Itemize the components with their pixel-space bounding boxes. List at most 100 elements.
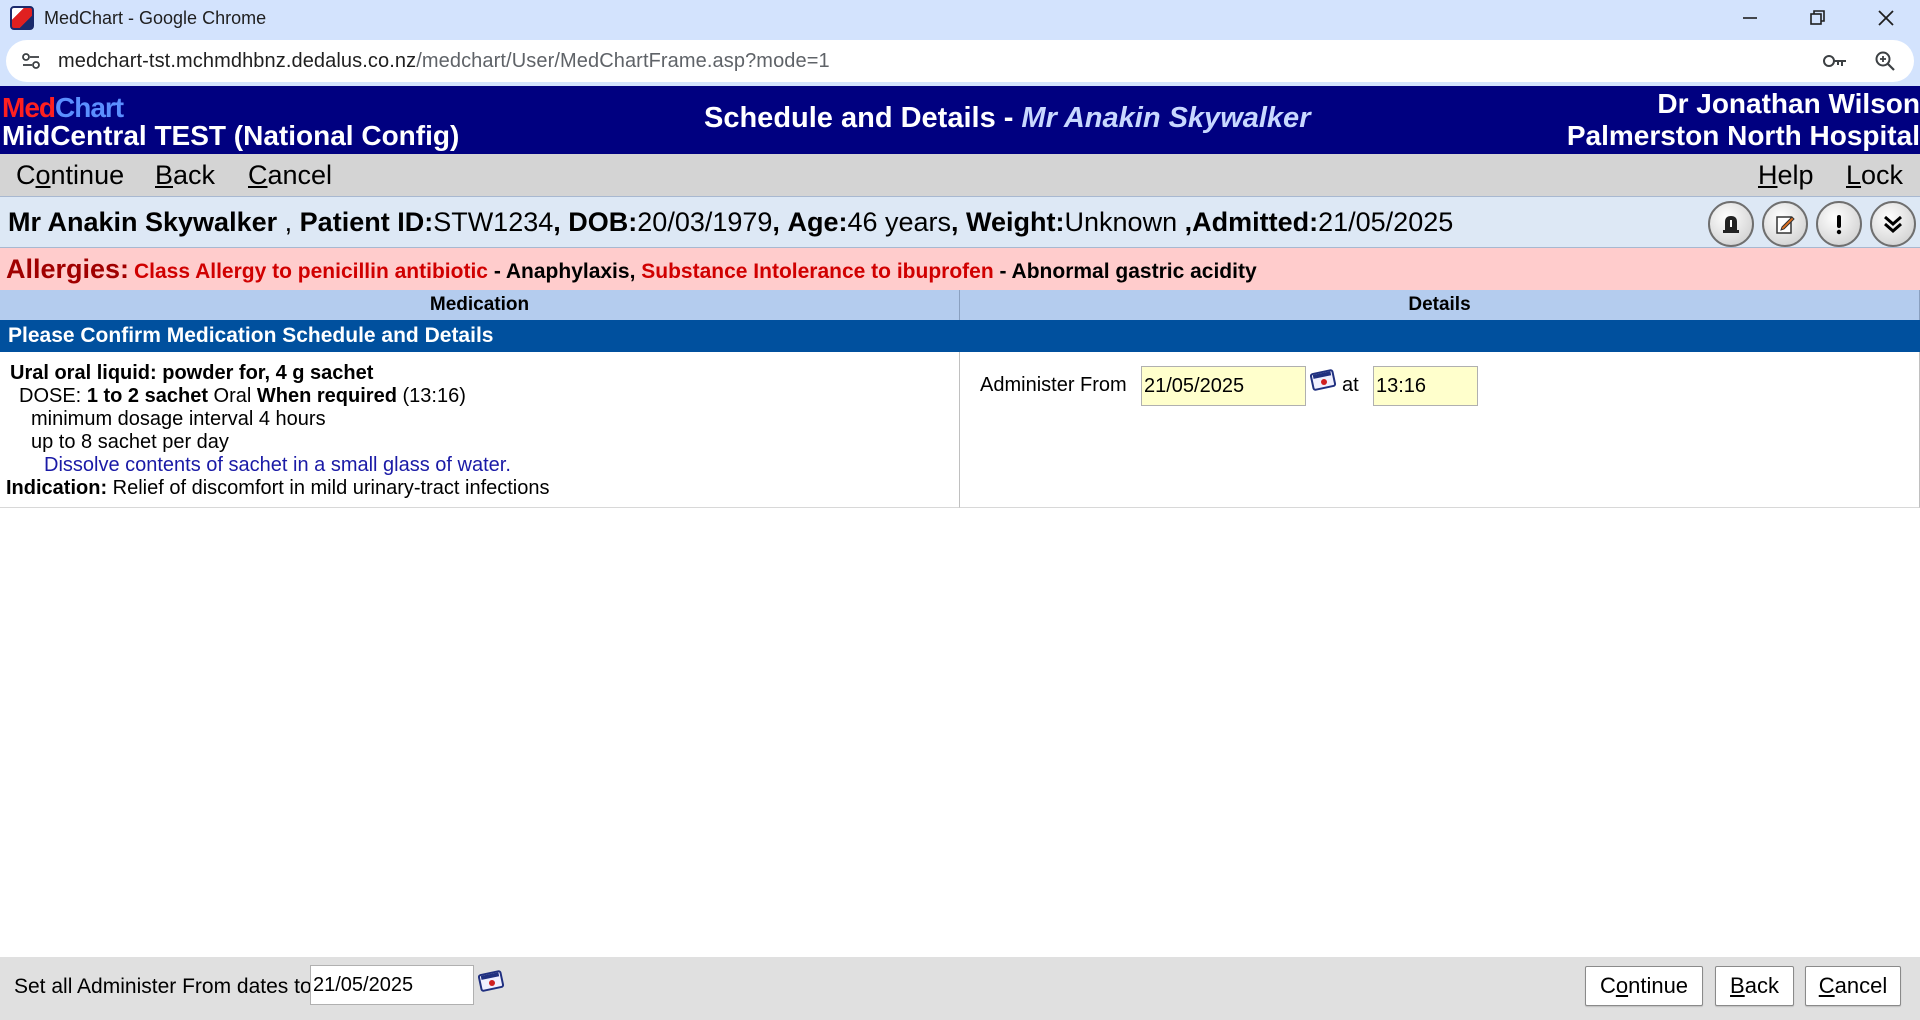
exclamation-icon: [1836, 215, 1842, 235]
menu-lock-post: ock: [1861, 160, 1904, 190]
continue-button[interactable]: Continue: [1585, 966, 1703, 1006]
logo-med-text: Med: [2, 92, 56, 123]
indication-line: Indication: Relief of discomfort in mild…: [6, 477, 550, 500]
continue-pre: C: [1599, 973, 1616, 998]
cancel-post: ancel: [1834, 973, 1888, 998]
key-icon[interactable]: [1822, 48, 1848, 74]
patient-dob: 20/03/1979: [637, 207, 773, 237]
site-name: MidCentral TEST (National Config): [2, 120, 460, 151]
medchart-header: MedChart MidCentral TEST (National Confi…: [0, 86, 1920, 154]
footer-bar: Set all Administer From dates to 21/05/2…: [0, 957, 1920, 1020]
patient-expand-button[interactable]: [1870, 201, 1916, 247]
patient-notes-button[interactable]: [1762, 201, 1808, 247]
bell-icon: [1723, 216, 1739, 233]
administer-from-label: Administer From: [980, 374, 1127, 396]
patient-name: Mr Anakin Skywalker: [8, 207, 278, 237]
window-title: MedChart - Google Chrome: [44, 7, 267, 28]
menu-cancel[interactable]: Cancel: [248, 160, 332, 191]
menu-lock[interactable]: Lock: [1846, 160, 1903, 191]
dose-line: DOSE: 1 to 2 sachet Oral When required (…: [19, 385, 466, 408]
cancel-button[interactable]: Cancel: [1805, 966, 1901, 1006]
separator: ,: [284, 207, 293, 237]
restore-icon: [1810, 10, 1825, 25]
logo-chart-text: Chart: [55, 92, 124, 123]
close-window-button[interactable]: [1852, 0, 1920, 36]
page-title-text: Schedule and Details -: [704, 102, 1014, 134]
menu-bar: Continue Back Cancel Help Lock: [0, 154, 1920, 196]
back-button[interactable]: Back: [1715, 966, 1794, 1006]
menu-continue[interactable]: Continue: [16, 160, 124, 191]
doctor-name: Dr Jonathan Wilson: [1657, 88, 1920, 119]
minimize-icon: [1743, 17, 1757, 19]
dose-amount: 1 to 2 sachet: [86, 385, 208, 407]
url-text[interactable]: medchart-tst.mchmdhbnz.dedalus.co.nz/med…: [58, 50, 830, 73]
administer-from-date-input[interactable]: 21/05/2025: [1141, 366, 1306, 406]
at-label: at: [1342, 374, 1359, 396]
separator: ,: [1184, 207, 1193, 237]
medication-name: Ural oral liquid: powder for, 4 g sachet: [10, 362, 374, 384]
column-header-medication: Medication: [0, 290, 960, 320]
page-title: Schedule and Details - Mr Anakin Skywalke…: [704, 102, 1310, 135]
url-path: /medchart/User/MedChartFrame.asp?mode=1: [416, 49, 830, 72]
menu-help[interactable]: Help: [1758, 160, 1814, 191]
browser-addressbar: medchart-tst.mchmdhbnz.dedalus.co.nz/med…: [0, 36, 1920, 86]
chevron-double-down-icon: [1884, 215, 1902, 233]
allergy-2: Substance Intolerance to ibuprofen: [641, 260, 994, 283]
column-header-details: Details: [960, 290, 1920, 320]
menu-continue-key: o: [35, 160, 51, 190]
allergy-list: Class Allergy to penicillin antibiotic -…: [134, 260, 1257, 284]
patient-toolbar: [1708, 201, 1916, 247]
menu-back-key: B: [155, 160, 174, 190]
menu-help-key: H: [1758, 160, 1778, 190]
patient-alert-button[interactable]: [1708, 201, 1754, 247]
hospital-name: Palmerston North Hospital: [1566, 120, 1920, 151]
age-label: Age:: [787, 207, 848, 237]
browser-titlebar: MedChart - Google Chrome: [0, 0, 1920, 36]
back-key: B: [1730, 973, 1745, 998]
patient-details: Mr Anakin Skywalker , Patient ID:STW1234…: [8, 207, 1453, 238]
url-host: medchart-tst.mchmdhbnz.dedalus.co.nz: [58, 49, 417, 72]
menu-back-post: ack: [173, 160, 216, 190]
set-all-dates-input[interactable]: 21/05/2025: [310, 965, 474, 1005]
edit-note-icon: [1776, 216, 1795, 234]
restore-button[interactable]: [1784, 0, 1852, 36]
instructions: Dissolve contents of sachet in a small g…: [44, 454, 511, 476]
set-all-dates-label: Set all Administer From dates to: [14, 975, 312, 998]
allergy-1: Class Allergy to penicillin antibiotic: [134, 260, 488, 283]
dob-label: DOB:: [568, 207, 638, 237]
menu-help-post: elp: [1777, 160, 1814, 190]
section-header: Please Confirm Medication Schedule and D…: [0, 320, 1920, 352]
dose-time: (13:16): [402, 385, 466, 407]
patient-age: 46 years: [847, 207, 952, 237]
details-cell: Administer From 21/05/2025 at 13:16: [960, 352, 1920, 508]
cancel-key: C: [1818, 973, 1835, 998]
allergy-separator: ,: [629, 260, 636, 283]
site-settings-icon[interactable]: [18, 48, 44, 74]
page-title-patient: Mr Anakin Skywalker: [1021, 102, 1311, 134]
window-controls: [1716, 0, 1920, 36]
omnibox[interactable]: medchart-tst.mchmdhbnz.dedalus.co.nz/med…: [6, 40, 1914, 82]
menu-back[interactable]: Back: [155, 160, 215, 191]
patient-id-label: Patient ID:: [299, 207, 434, 237]
separator: ,: [553, 207, 561, 237]
minimize-button[interactable]: [1716, 0, 1784, 36]
calendar-icon[interactable]: [477, 969, 506, 993]
patient-weight: Unknown: [1064, 207, 1178, 237]
indication-label: Indication:: [6, 477, 108, 499]
patient-banner: Mr Anakin Skywalker , Patient ID:STW1234…: [0, 196, 1920, 248]
dose-route: Oral: [213, 385, 252, 407]
close-icon: [1878, 10, 1894, 26]
weight-label: Weight:: [966, 207, 1065, 237]
admitted-label: Admitted:: [1192, 207, 1319, 237]
medication-cell: Ural oral liquid: powder for, 4 g sachet…: [0, 352, 960, 508]
calendar-icon[interactable]: [1309, 368, 1338, 392]
reaction-1: - Anaphylaxis: [493, 260, 630, 283]
administer-time-input[interactable]: 13:16: [1373, 366, 1478, 406]
allergy-banner: Allergies: Class Allergy to penicillin a…: [0, 248, 1920, 290]
dosage-interval: minimum dosage interval 4 hours: [31, 408, 326, 430]
zoom-icon[interactable]: [1872, 48, 1898, 74]
separator: ,: [772, 207, 780, 237]
patient-warning-button[interactable]: [1816, 201, 1862, 247]
dose-frequency: When required: [256, 385, 397, 407]
continue-key: o: [1615, 973, 1629, 998]
